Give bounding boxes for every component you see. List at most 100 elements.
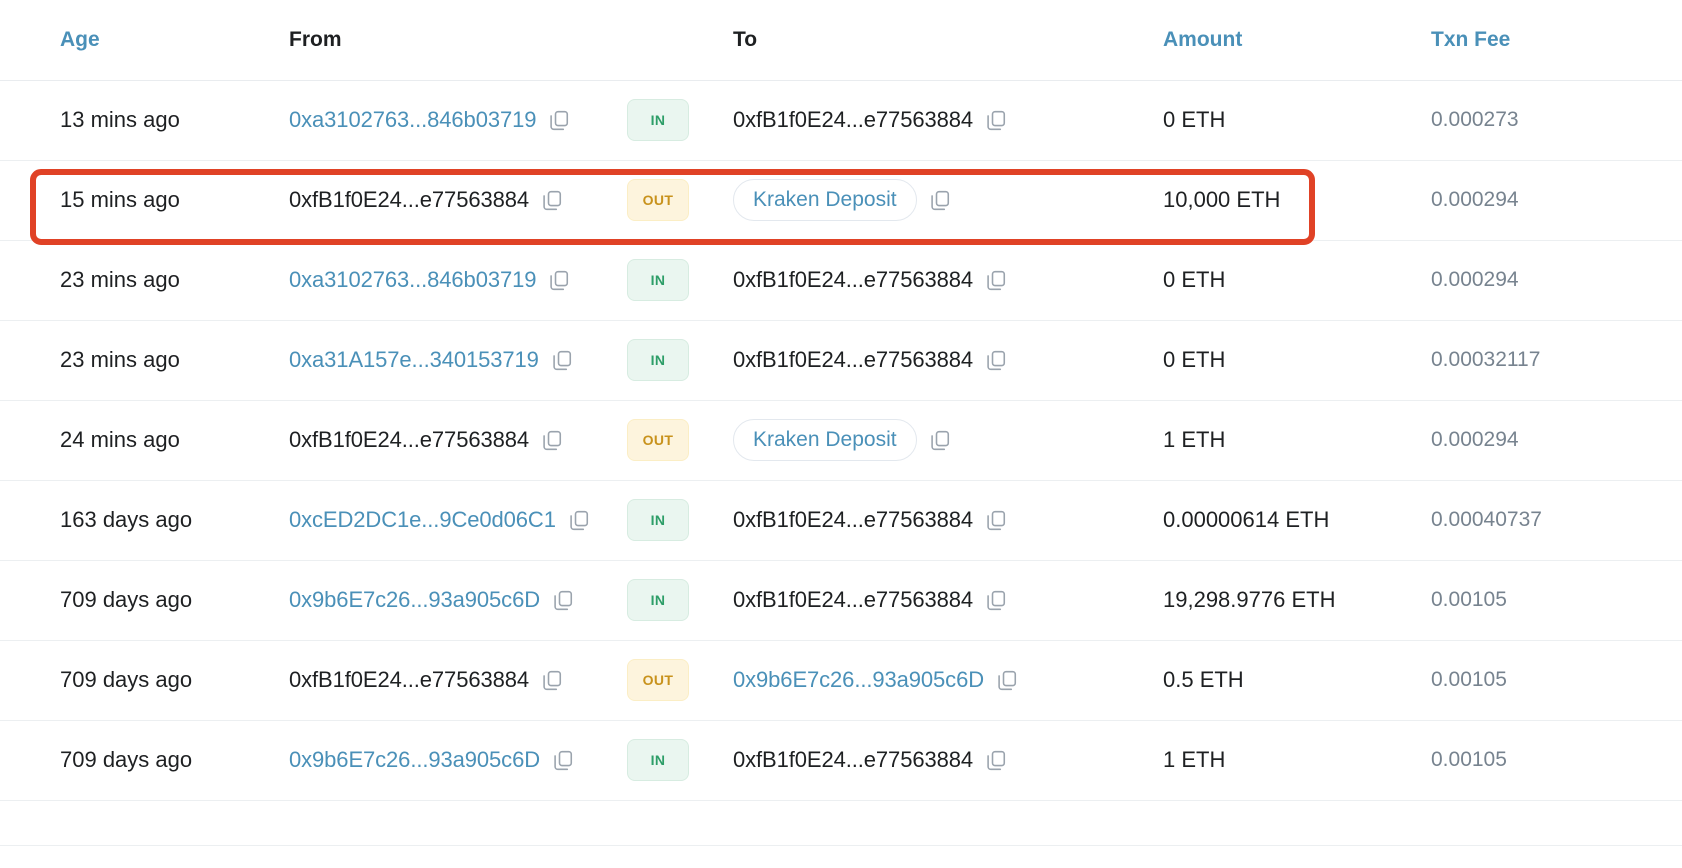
amount-text: 10,000 ETH bbox=[1163, 187, 1280, 212]
cell-direction: IN bbox=[623, 480, 721, 560]
cell-from: 0xcED2DC1e...9Ce0d06C1 bbox=[275, 480, 623, 560]
to-address: 0xfB1f0E24...e77563884 bbox=[733, 507, 973, 533]
from-address[interactable]: 0x9b6E7c26...93a905c6D bbox=[289, 587, 540, 613]
from-address[interactable]: 0xa3102763...846b03719 bbox=[289, 267, 536, 293]
cell-age: 163 days ago bbox=[0, 480, 275, 560]
direction-badge-in: IN bbox=[627, 579, 689, 621]
cell-amount: 10,000 ETH bbox=[1149, 160, 1421, 240]
copy-icon[interactable] bbox=[553, 590, 574, 611]
cell-amount: 19,298.9776 ETH bbox=[1149, 560, 1421, 640]
cell-txn-fee: 0.00105 bbox=[1421, 720, 1682, 800]
copy-icon[interactable] bbox=[986, 750, 1007, 771]
direction-badge-in: IN bbox=[627, 339, 689, 381]
table-row[interactable]: 709 days ago 0xfB1f0E24...e77563884OUT 0x9… bbox=[0, 640, 1682, 720]
from-address[interactable]: 0xa31A157e...340153719 bbox=[289, 347, 539, 373]
direction-badge-out: OUT bbox=[627, 179, 689, 221]
table-body: 13 mins ago0xa3102763...846b03719IN0xfB1… bbox=[0, 80, 1682, 800]
table-row[interactable]: 163 days ago 0xcED2DC1e...9Ce0d06C1 IN 0xfB… bbox=[0, 480, 1682, 560]
cell-amount: 0 ETH bbox=[1149, 320, 1421, 400]
cell-direction: IN bbox=[623, 320, 721, 400]
txn-fee-text: 0.000273 bbox=[1431, 108, 1519, 131]
column-header-to: To bbox=[721, 0, 1149, 80]
table-row[interactable]: 15 mins ago0xfB1f0E24...e77563884OUTKrak… bbox=[0, 160, 1682, 240]
txn-fee-text: 0.000294 bbox=[1431, 268, 1519, 291]
amount-text: 0 ETH bbox=[1163, 347, 1225, 372]
age-text: 709 days ago bbox=[60, 667, 192, 692]
column-header-age-label: Age bbox=[0, 28, 100, 52]
table-row[interactable]: 709 days ago 0x9b6E7c26...93a905c6D IN 0xfB… bbox=[0, 720, 1682, 800]
copy-icon[interactable] bbox=[549, 110, 570, 131]
table-row[interactable]: 24 mins ago0xfB1f0E24...e77563884OUTKrak… bbox=[0, 400, 1682, 480]
table-row[interactable]: 23 mins ago0xa3102763...846b03719IN0xfB1… bbox=[0, 240, 1682, 320]
column-header-amount[interactable]: Amount bbox=[1149, 0, 1421, 80]
age-text: 23 mins ago bbox=[60, 347, 180, 372]
column-header-txn-fee-label: Txn Fee bbox=[1421, 28, 1510, 52]
copy-icon[interactable] bbox=[997, 670, 1018, 691]
transactions-panel: Age From To Amount Txn Fee 13 mins ago0x… bbox=[0, 0, 1682, 868]
table-row[interactable]: 709 days ago 0x9b6E7c26...93a905c6D IN 0xfB… bbox=[0, 560, 1682, 640]
cell-amount: 0.00000614 ETH bbox=[1149, 480, 1421, 560]
cell-direction: OUT bbox=[623, 400, 721, 480]
cell-direction: IN bbox=[623, 560, 721, 640]
cell-from: 0x9b6E7c26...93a905c6D bbox=[275, 560, 623, 640]
copy-icon[interactable] bbox=[552, 350, 573, 371]
age-text: 709 days ago bbox=[60, 747, 192, 772]
cell-to: 0xfB1f0E24...e77563884 bbox=[721, 720, 1149, 800]
age-text: 709 days ago bbox=[60, 587, 192, 612]
to-address[interactable]: 0x9b6E7c26...93a905c6D bbox=[733, 667, 984, 693]
cell-to: 0xfB1f0E24...e77563884 bbox=[721, 560, 1149, 640]
cell-age: 24 mins ago bbox=[0, 400, 275, 480]
to-address: 0xfB1f0E24...e77563884 bbox=[733, 587, 973, 613]
copy-icon[interactable] bbox=[542, 190, 563, 211]
cell-txn-fee: 0.000273 bbox=[1421, 80, 1682, 160]
age-text: 24 mins ago bbox=[60, 427, 180, 452]
copy-icon[interactable] bbox=[986, 110, 1007, 131]
copy-icon[interactable] bbox=[986, 510, 1007, 531]
column-header-from-label: From bbox=[275, 28, 342, 52]
amount-text: 0.00000614 ETH bbox=[1163, 507, 1329, 532]
from-address[interactable]: 0x9b6E7c26...93a905c6D bbox=[289, 747, 540, 773]
copy-icon[interactable] bbox=[986, 350, 1007, 371]
txn-fee-text: 0.000294 bbox=[1431, 428, 1519, 451]
copy-icon[interactable] bbox=[553, 750, 574, 771]
copy-icon[interactable] bbox=[549, 270, 570, 291]
table-row[interactable]: 23 mins ago0xa31A157e...340153719IN0xfB1… bbox=[0, 320, 1682, 400]
column-header-txn-fee[interactable]: Txn Fee bbox=[1421, 0, 1682, 80]
cell-from: 0xfB1f0E24...e77563884 bbox=[275, 640, 623, 720]
cell-direction: IN bbox=[623, 720, 721, 800]
cell-to: 0xfB1f0E24...e77563884 bbox=[721, 240, 1149, 320]
copy-icon[interactable] bbox=[542, 670, 563, 691]
cell-age: 23 mins ago bbox=[0, 320, 275, 400]
cell-txn-fee: 0.00040737 bbox=[1421, 480, 1682, 560]
cell-amount: 1 ETH bbox=[1149, 400, 1421, 480]
copy-icon[interactable] bbox=[542, 430, 563, 451]
to-name-tag[interactable]: Kraken Deposit bbox=[733, 179, 917, 221]
cell-to: 0x9b6E7c26...93a905c6D bbox=[721, 640, 1149, 720]
txn-fee-text: 0.00105 bbox=[1431, 748, 1507, 771]
amount-text: 0 ETH bbox=[1163, 107, 1225, 132]
cell-amount: 0.5 ETH bbox=[1149, 640, 1421, 720]
cell-to: Kraken Deposit bbox=[721, 160, 1149, 240]
column-header-age[interactable]: Age bbox=[0, 0, 275, 80]
cell-age: 709 days ago bbox=[0, 720, 275, 800]
cell-from: 0xa3102763...846b03719 bbox=[275, 240, 623, 320]
copy-icon[interactable] bbox=[986, 270, 1007, 291]
to-address: 0xfB1f0E24...e77563884 bbox=[733, 107, 973, 133]
copy-icon[interactable] bbox=[986, 590, 1007, 611]
cell-to: 0xfB1f0E24...e77563884 bbox=[721, 480, 1149, 560]
table-row[interactable]: 13 mins ago0xa3102763...846b03719IN0xfB1… bbox=[0, 80, 1682, 160]
from-address[interactable]: 0xcED2DC1e...9Ce0d06C1 bbox=[289, 507, 556, 533]
copy-icon[interactable] bbox=[930, 430, 951, 451]
amount-text: 0 ETH bbox=[1163, 267, 1225, 292]
column-header-to-label: To bbox=[721, 28, 757, 52]
cell-direction: OUT bbox=[623, 640, 721, 720]
cell-from: 0xa31A157e...340153719 bbox=[275, 320, 623, 400]
amount-text: 19,298.9776 ETH bbox=[1163, 587, 1335, 612]
to-name-tag[interactable]: Kraken Deposit bbox=[733, 419, 917, 461]
from-address[interactable]: 0xa3102763...846b03719 bbox=[289, 107, 536, 133]
copy-icon[interactable] bbox=[569, 510, 590, 531]
direction-badge-in: IN bbox=[627, 739, 689, 781]
cell-to: 0xfB1f0E24...e77563884 bbox=[721, 80, 1149, 160]
copy-icon[interactable] bbox=[930, 190, 951, 211]
table-footer-space bbox=[0, 846, 1682, 868]
